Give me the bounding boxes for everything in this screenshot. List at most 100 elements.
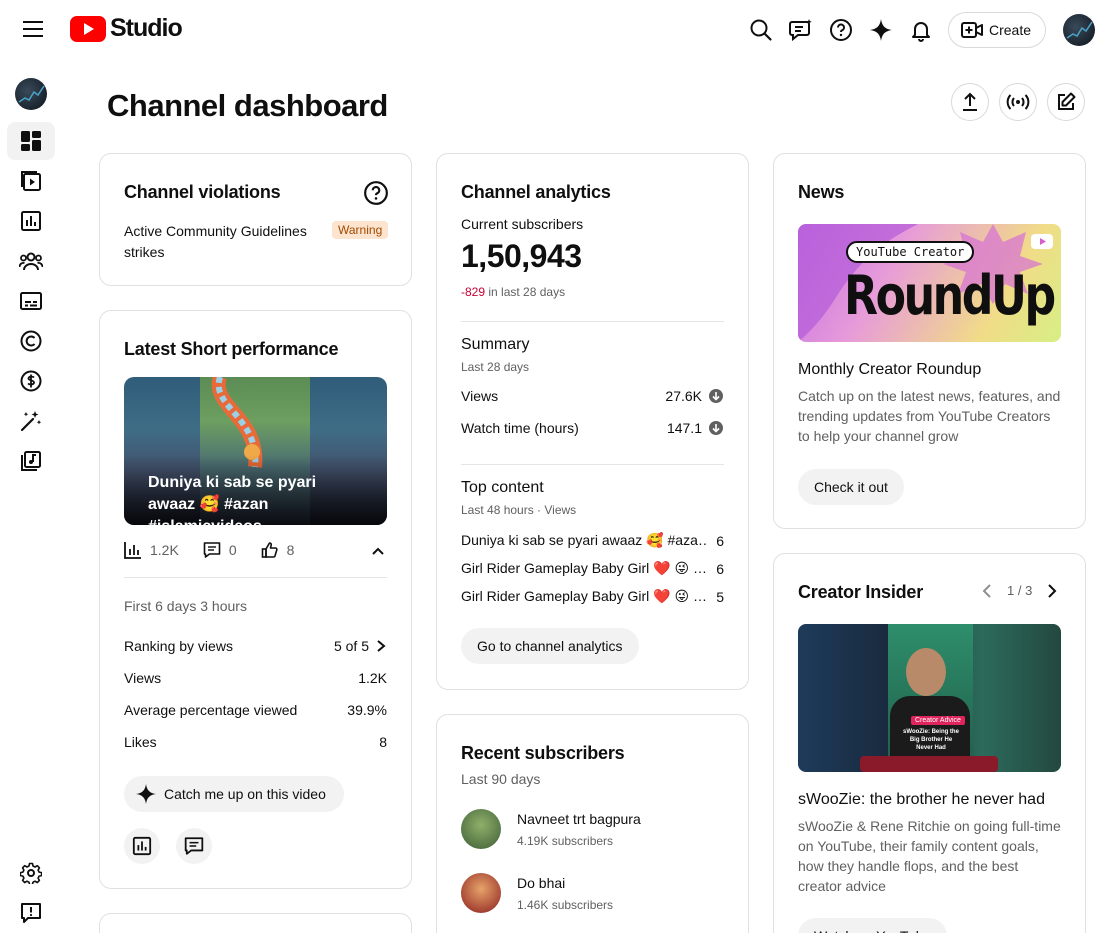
top-content-row[interactable]: Duniya ki sab se pyari awaaz 🥰 #aza… 6 [461,532,724,549]
stat-label: Views [124,670,162,686]
recent-subs-period: Last 90 days [461,771,541,787]
create-button[interactable]: Create [948,12,1046,48]
page-title: Channel dashboard [107,88,388,123]
violations-text[interactable]: Active Community Guidelines strikes [124,221,314,263]
notifications-bell-icon[interactable] [903,12,939,48]
help-icon[interactable] [363,180,389,206]
divider [461,321,724,322]
live-broadcast-icon [1006,94,1030,110]
short-period: First 6 days 3 hours [124,598,247,614]
sidebar-item-subtitles[interactable] [7,282,55,320]
subscribers-value: 1,50,943 [461,238,582,274]
news-image[interactable]: YouTube Creator RoundUp [798,224,1061,342]
comment-icon [184,837,204,855]
stat-row-likes: Likes 8 [124,734,387,750]
collapse-chevron-up-icon[interactable] [370,543,386,564]
youtube-play-icon [1031,234,1053,249]
menu-icon[interactable] [17,13,49,45]
top-content-row[interactable]: Girl Rider Gameplay Baby Girl ❤️ 😜 … 6 [461,560,724,577]
card-title: Recent subscribers [461,743,625,763]
news-card: News YouTube Creator RoundUp Monthly Cre… [773,153,1086,529]
top-content-title-text: Duniya ki sab se pyari awaaz 🥰 #aza… [461,532,706,548]
sidebar-item-dashboard[interactable] [7,122,55,160]
sidebar-item-earn[interactable] [7,362,55,400]
short-metrics: 1.2K 0 8 [124,541,294,559]
short-likes-count: 8 [286,542,295,558]
insider-video-thumbnail[interactable]: Creator Advice sWooZie: Being the Big Br… [798,624,1061,772]
card-title: Channel violations [124,182,281,202]
sidebar-item-feedback[interactable] [7,894,55,932]
short-video-title: Duniya ki sab se pyari awaaz 🥰 #azan #is… [148,474,317,525]
create-post-button[interactable] [1047,83,1085,121]
help-icon[interactable] [823,12,859,48]
news-image-tag: YouTube Creator [846,241,975,263]
subscriber-count: 1.46K subscribers [517,898,614,912]
go-to-analytics-button[interactable]: Go to channel analytics [461,628,639,664]
sidebar-item-settings[interactable] [7,854,55,892]
divider [124,577,387,578]
summary-title: Summary [461,336,530,353]
short-thumbnail[interactable]: Duniya ki sab se pyari awaaz 🥰 #azan #is… [124,377,387,525]
subscriber-avatar[interactable] [461,809,501,849]
top-content-title: Top content [461,479,544,496]
stat-label: Ranking by views [124,638,233,654]
subscribers-change-value: -829 [461,285,486,299]
sidebar-item-copyright[interactable] [7,322,55,360]
stat-row-ranking[interactable]: Ranking by views 5 of 5 [124,638,387,654]
studio-logo[interactable]: Studio [70,14,183,43]
subscribers-change: -829 in last 28 days [461,285,565,299]
news-item-title[interactable]: Monthly Creator Roundup [798,361,981,379]
sidebar-item-audio-library[interactable] [7,442,55,480]
upload-button[interactable] [951,83,989,121]
insider-image-caption: sWooZie: Being the Big Brother He Never … [903,729,959,751]
top-content-row[interactable]: Girl Rider Gameplay Baby Girl ❤️ 😜 … 5 [461,588,724,605]
top-content-views: 6 [716,532,724,549]
check-it-out-button[interactable]: Check it out [798,469,904,505]
chevron-right-icon [377,640,386,652]
subscriber-name[interactable]: Navneet trt bagpura [517,811,641,827]
previous-chevron-left-icon[interactable] [980,583,994,604]
subscriber-name[interactable]: Do bhai [517,875,565,891]
summary-value: 147.1 [666,420,702,436]
video-analytics-button[interactable] [124,828,160,864]
thumbs-up-icon [261,542,278,558]
sparkle-icon[interactable] [863,12,899,48]
channel-analytics-card: Channel analytics Current subscribers 1,… [436,153,749,690]
copyright-icon [20,330,42,352]
card-title: Channel analytics [461,182,611,202]
subscribers-change-suffix: in last 28 days [488,285,566,299]
watch-on-youtube-button[interactable]: Watch on YouTube [798,918,948,933]
catch-me-up-button[interactable]: Catch me up on this video [124,776,344,812]
top-content-title-text: Girl Rider Gameplay Baby Girl ❤️ 😜 … [461,560,706,576]
top-content-period: Last 48 hours · Views [461,503,577,517]
summary-row-views: Views 27.6K [461,388,724,404]
latest-short-card: Latest Short performance Duniya ki sab s… [99,310,412,889]
insider-item-title[interactable]: sWooZie: the brother he never had [798,791,1045,809]
insider-image-tag: Creator Advice [911,716,965,725]
feedback-chat-icon[interactable] [783,12,819,48]
search-icon[interactable] [743,12,779,48]
card-title: News [798,182,845,202]
stat-value: 5 of 5 [333,638,369,654]
next-chevron-right-icon[interactable] [1045,583,1059,604]
dashboard-icon [21,131,41,151]
subscriber-avatar[interactable] [461,873,501,913]
sparkle-icon [136,784,156,804]
stat-value: 39.9% [347,702,387,718]
top-content-title-text: Girl Rider Gameplay Baby Girl ❤️ 😜 … [461,588,706,604]
youtube-logo-icon [70,15,106,42]
account-avatar[interactable] [1063,14,1095,46]
summary-label: Views [461,388,499,404]
channel-avatar[interactable] [15,78,47,110]
sidebar-item-content[interactable] [7,162,55,200]
logo-text: Studio [110,14,183,42]
sidebar-item-customization[interactable] [7,402,55,440]
summary-period: Last 28 days [461,360,530,374]
video-comments-button[interactable] [176,828,212,864]
channel-violations-card: Channel violations Active Community Guid… [99,153,412,286]
arrow-down-icon [709,421,723,435]
sidebar-item-analytics[interactable] [7,202,55,240]
sidebar-item-community[interactable] [7,242,55,280]
go-live-button[interactable] [999,83,1037,121]
audio-library-icon [21,451,41,471]
